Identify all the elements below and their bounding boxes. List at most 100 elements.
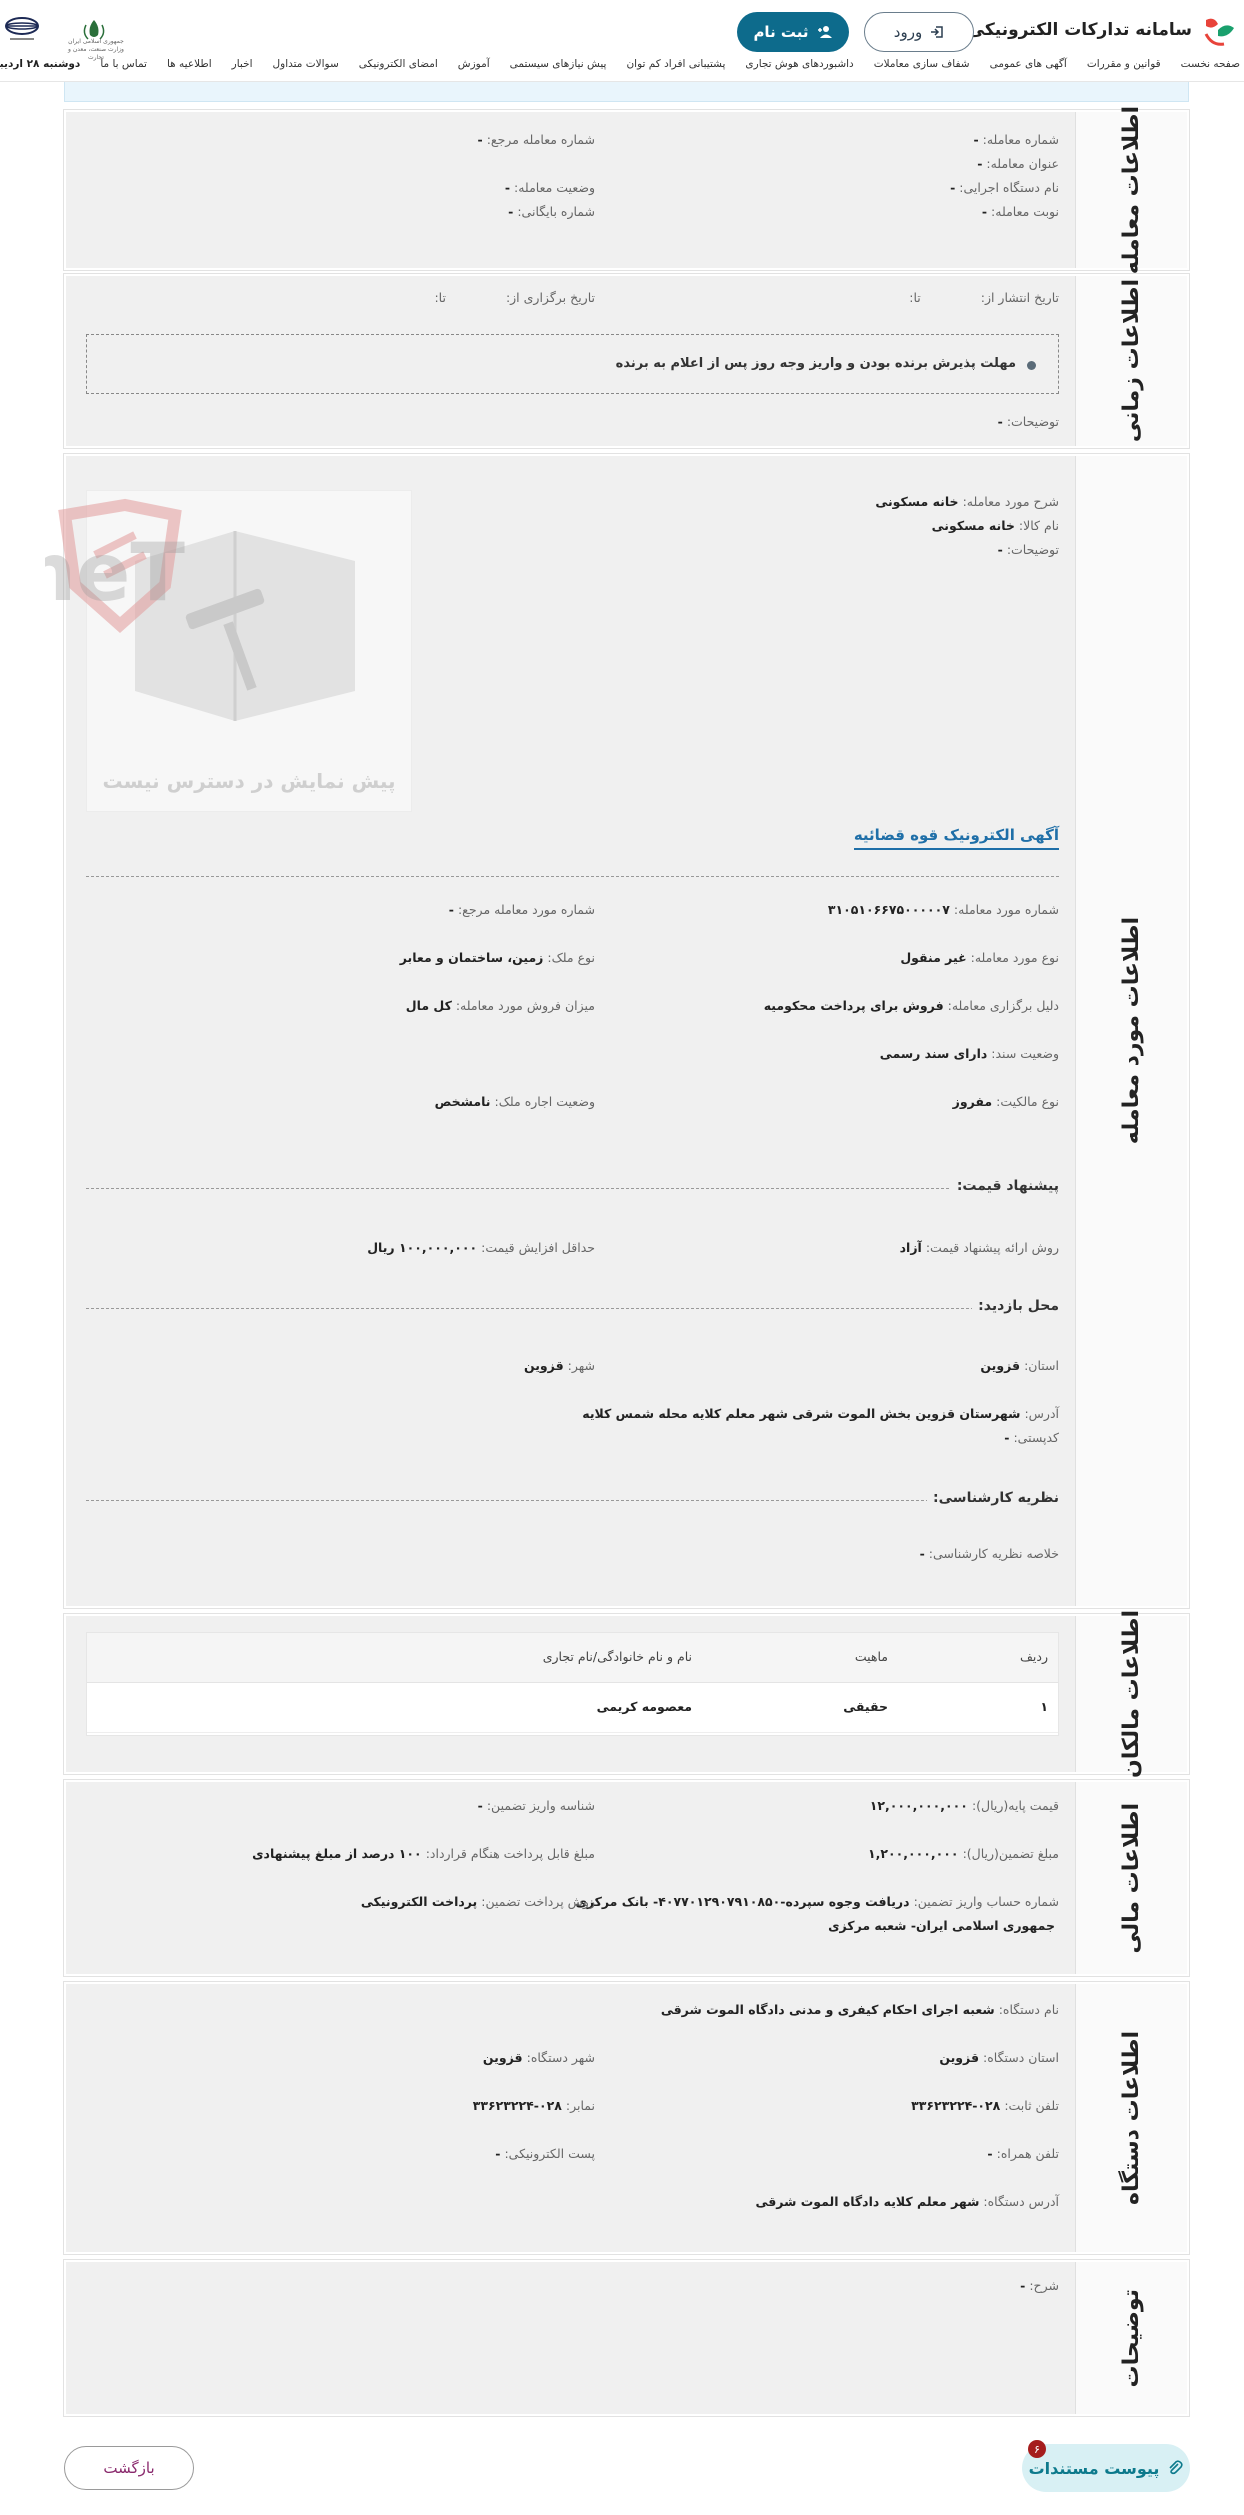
- field-price-method: روش ارائه پیشنهاد قیمت:آزاد: [899, 1240, 1059, 1255]
- section-label-text: اطلاعات معامله: [1119, 105, 1144, 275]
- paperclip-icon: [1169, 2460, 1184, 2475]
- section-label-text: اطلاعات مالی: [1119, 1802, 1144, 1954]
- field-account: شماره حساب واریز تضمین:دریافت وجوه سپرده…: [575, 1894, 1059, 1909]
- field-item-type: نوع مورد معامله:غیر منقول: [900, 950, 1059, 965]
- divider: [86, 1308, 1059, 1309]
- section-label-text: توضیحات: [1119, 2288, 1144, 2388]
- site-header: سامانه تدارکات الکترونیکی دولت ثبت نام و…: [0, 0, 1244, 82]
- field-pay-method: روش پرداخت تضمین:پرداخت الکترونیکی: [360, 1894, 595, 1909]
- section-label-text: اطلاعات مورد معامله: [1119, 917, 1144, 1145]
- field-base-price: قیمت پایه(ریال):۱۲,۰۰۰,۰۰۰,۰۰۰: [869, 1798, 1059, 1813]
- nav-bi-dashboards[interactable]: داشبوردهای هوش تجاری: [735, 58, 863, 78]
- divider: [86, 1500, 1059, 1501]
- nav-system-requirements[interactable]: پیش نیازهای سیستمی: [500, 58, 617, 78]
- attachments-count-badge: ۶: [1028, 2440, 1046, 2458]
- nav-home[interactable]: صفحه نخست: [1171, 58, 1244, 78]
- cell-name: معصومه کریمی: [596, 1699, 692, 1714]
- nav-transparency[interactable]: شفاف سازی معاملات: [864, 58, 980, 78]
- deadline-text: مهلت پذیرش برنده بودن و واریز وجه روز پس…: [615, 356, 1016, 371]
- field-doc-status: وضعیت سند:دارای سند رسمی: [879, 1046, 1059, 1061]
- field-hold-date: تاریخ برگزاری از:تا:: [434, 290, 595, 305]
- section-label: اطلاعات مورد معامله: [1075, 456, 1187, 1606]
- field-org-address: آدرس دستگاه:شهر معلم کلایه دادگاه الموت …: [755, 2194, 1059, 2209]
- field-org-city: شهر دستگاه:قزوین: [482, 2050, 595, 2065]
- watermark-text: AriaTender.neT: [45, 526, 185, 619]
- section-finance: اطلاعات مالی قیمت پایه(ریال):۱۲,۰۰۰,۰۰۰,…: [63, 1779, 1190, 1977]
- field-phone: تلفن ثابت:۰۲۸-۳۳۶۲۳۲۲۴: [911, 2098, 1059, 2113]
- field-lease-status: وضعیت اجاره ملک:نامشخص: [434, 1094, 595, 1109]
- field-reason: دلیل برگزاری معامله:فروش برای پرداخت محک…: [763, 998, 1059, 1013]
- section-label-text: اطلاعات دستگاه: [1119, 2031, 1144, 2205]
- nav-contact[interactable]: تماس با ما: [90, 58, 157, 78]
- setad-logo-icon[interactable]: [1200, 12, 1240, 52]
- field-org-province: استان دستگاه:قزوین: [939, 2050, 1059, 2065]
- gov-caption-line1: جمهوری اسلامی ایران: [68, 38, 124, 45]
- nav-laws[interactable]: قوانین و مقررات: [1077, 58, 1171, 78]
- table-header: ردیف ماهیت نام و نام خانوادگی/نام تجاری: [87, 1633, 1058, 1683]
- nav-news[interactable]: اخبار: [222, 58, 263, 78]
- field-org-name: نام دستگاه اجرایی:-: [950, 180, 1059, 195]
- section-description: توضیحات شرح:-: [63, 2259, 1190, 2417]
- cell-nature: حقیقی: [843, 1699, 888, 1714]
- field-expert-summary: خلاصه نظریه کارشناسی:-: [919, 1546, 1059, 1561]
- field-address: آدرس:شهرستان قزوین بخش الموت شرقی شهر مع…: [582, 1406, 1059, 1421]
- field-deal-title: عنوان معامله:-: [977, 156, 1059, 171]
- register-button[interactable]: ثبت نام: [737, 12, 849, 52]
- field-guarantee-amount: مبلغ تضمین(ریال):۱,۲۰۰,۰۰۰,۰۰۰: [868, 1846, 1059, 1861]
- price-heading: پیشنهاد قیمت:: [950, 1178, 1059, 1194]
- field-contract-pay: مبلغ قابل پرداخت هنگام قرارداد:۱۰۰ درصد …: [252, 1846, 595, 1861]
- col-name: نام و نام خانوادگی/نام تجاری: [542, 1649, 692, 1664]
- field-postal: کدپستی:-: [1004, 1430, 1059, 1445]
- field-guarantee-id: شناسه واریز تضمین:-: [477, 1798, 595, 1813]
- owners-table: ردیف ماهیت نام و نام خانوادگی/نام تجاری …: [86, 1632, 1059, 1736]
- user-plus-icon: [817, 26, 832, 38]
- section-label: اطلاعات مالکان: [1075, 1610, 1187, 1778]
- table-row: ۱ حقیقی معصومه کریمی: [87, 1683, 1058, 1733]
- login-label: ورود: [893, 23, 923, 41]
- field-min-increase: حداقل افزایش قیمت:۱۰۰,۰۰۰,۰۰۰ ریال: [367, 1240, 595, 1255]
- field-archive-number: شماره بایگانی:-: [508, 204, 595, 219]
- section-time-info: اطلاعات زمانی تاریخ انتشار از:تا: تاریخ …: [63, 273, 1190, 449]
- nav-e-signature[interactable]: امضای الکترونیکی: [349, 58, 448, 78]
- section-label: اطلاعات مالی: [1075, 1782, 1187, 1974]
- register-label: ثبت نام: [753, 23, 809, 41]
- field-province: استان:قزوین: [980, 1358, 1059, 1373]
- notice-strip: [64, 82, 1189, 102]
- field-item-ref: شماره مورد معامله مرجع:-: [448, 902, 595, 917]
- preview-unavailable-text: پیش نمایش در دسترس نیست: [102, 769, 396, 793]
- deadline-box: مهلت پذیرش برنده بودن و واریز وجه روز پس…: [86, 334, 1059, 394]
- login-icon: [931, 26, 943, 38]
- field-city: شهر:قزوین: [523, 1358, 595, 1373]
- section-owners: اطلاعات مالکان ردیف ماهیت نام و نام خانو…: [63, 1610, 1190, 1778]
- attachments-button[interactable]: پیوست مستندات: [1022, 2444, 1190, 2492]
- nav-accessibility[interactable]: پشتیبانی افراد کم توان: [616, 58, 735, 78]
- nav-public-ads[interactable]: آگهی های عمومی: [980, 58, 1077, 78]
- col-row: ردیف: [1019, 1649, 1048, 1664]
- nav-announcements[interactable]: اطلاعیه ها: [157, 58, 222, 78]
- login-button[interactable]: ورود: [864, 12, 974, 52]
- expert-heading: نظریه کارشناسی:: [927, 1490, 1059, 1506]
- nav-faq[interactable]: سوالات متداول: [263, 58, 349, 78]
- cell-row: ۱: [1040, 1699, 1048, 1714]
- field-desc-text: شرح:-: [1020, 2278, 1059, 2293]
- field-item-desc: شرح مورد معامله:خانه مسکونی: [875, 494, 1059, 509]
- field-account-line2: جمهوری اسلامی ایران- شعبه مرکزی: [828, 1918, 1055, 1933]
- field-ref-number: شماره معامله مرجع:-: [477, 132, 596, 147]
- current-date: دوشنبه ۲۸ اردیبهشت ۱۴۰۵: [0, 58, 81, 70]
- section-org: اطلاعات دستگاه نام دستگاه:شعبه اجرای احک…: [63, 1981, 1190, 2255]
- col-nature: ماهیت: [854, 1649, 888, 1664]
- nav-training[interactable]: آموزش: [448, 58, 500, 78]
- section-label-text: اطلاعات مالکان: [1119, 1610, 1144, 1778]
- field-item-notes: توضیحات:-: [997, 542, 1059, 557]
- field-org-name: نام دستگاه:شعبه اجرای احکام کیفری و مدنی…: [660, 2002, 1059, 2017]
- section-label: توضیحات: [1075, 2262, 1187, 2414]
- field-ownership: نوع مالکیت:مفروز: [952, 1094, 1059, 1109]
- field-publish-date: تاریخ انتشار از:تا:: [909, 290, 1059, 305]
- field-deal-status: وضعیت معامله:-: [504, 180, 595, 195]
- field-deal-number: شماره معامله:-: [973, 132, 1059, 147]
- globe-logo-icon: [5, 17, 39, 40]
- back-button[interactable]: بازگشت: [64, 2446, 194, 2490]
- field-deal-turn: نوبت معامله:-: [981, 204, 1059, 219]
- divider: [86, 1188, 1059, 1189]
- judiciary-ad-link[interactable]: آگهی الکترونیک قوه قضائیه: [853, 826, 1059, 850]
